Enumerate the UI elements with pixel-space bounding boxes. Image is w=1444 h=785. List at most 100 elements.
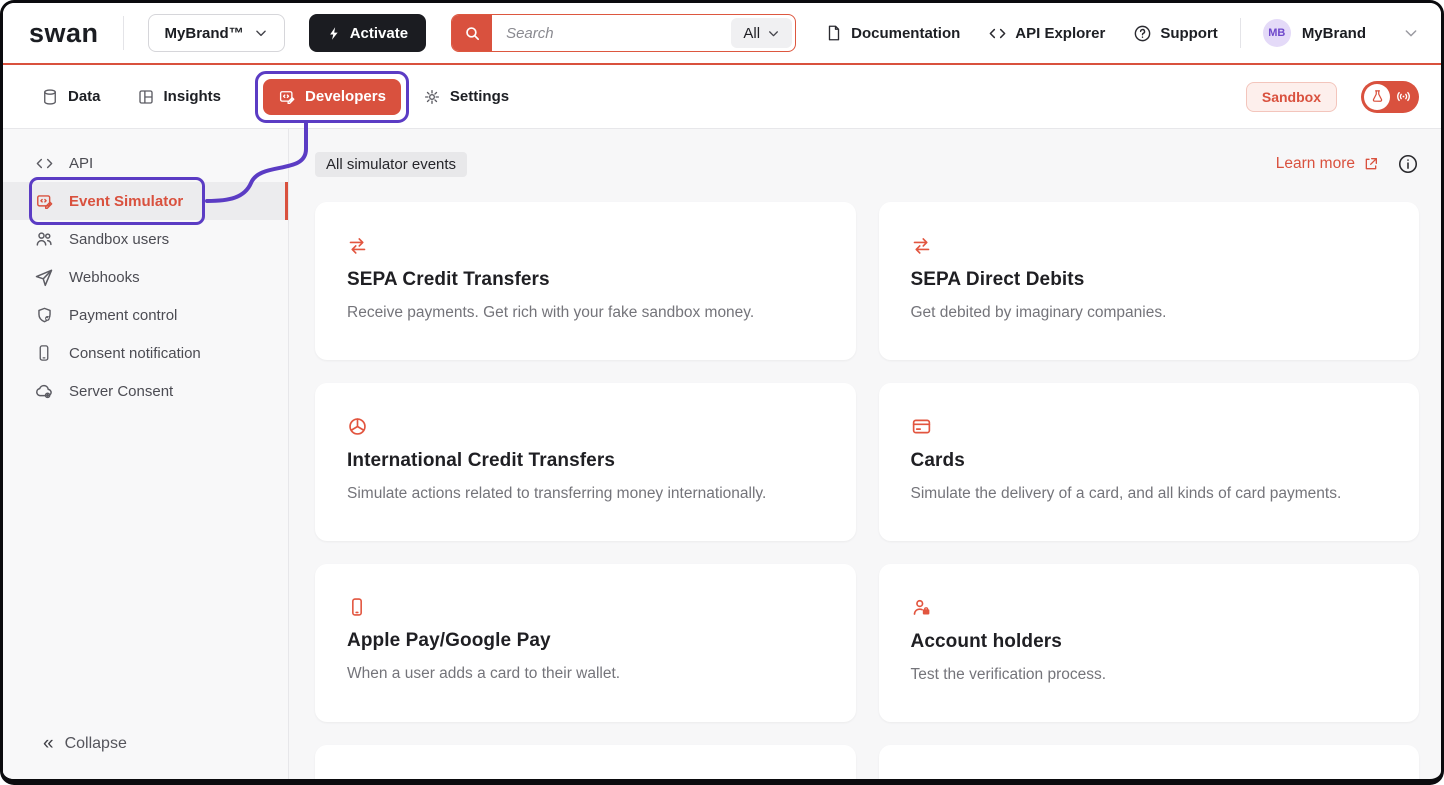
event-cards-grid: SEPA Credit Transfers Receive payments. … xyxy=(315,202,1419,779)
content-header: All simulator events Learn more xyxy=(315,149,1419,179)
brand-selector-label: MyBrand™ xyxy=(165,25,244,42)
info-icon[interactable] xyxy=(1397,153,1419,175)
search-button[interactable] xyxy=(452,15,492,51)
search-icon xyxy=(464,25,481,42)
learn-more-link[interactable]: Learn more xyxy=(1276,155,1379,173)
api-explorer-label: API Explorer xyxy=(1015,25,1105,42)
chevron-down-icon xyxy=(767,27,780,40)
database-icon xyxy=(41,88,59,106)
card-icon xyxy=(911,416,1388,437)
sidebar-item-sandbox-users[interactable]: Sandbox users xyxy=(3,220,288,258)
event-card-partial[interactable] xyxy=(879,745,1420,779)
swan-logo: swan xyxy=(29,18,99,49)
double-chevron-left-icon: « xyxy=(43,733,54,755)
environment-controls: Sandbox xyxy=(1246,81,1419,113)
sidebar-item-webhooks[interactable]: Webhooks xyxy=(3,258,288,296)
document-icon xyxy=(825,24,843,42)
tab-data-label: Data xyxy=(68,88,101,105)
sidebar-item-label: Server Consent xyxy=(69,383,173,400)
card-title: Apple Pay/Google Pay xyxy=(347,630,824,652)
card-title: Account holders xyxy=(911,631,1388,653)
transfer-icon xyxy=(347,235,824,256)
sidebar-item-consent-notification[interactable]: Consent notification xyxy=(3,334,288,372)
card-description: Simulate the delivery of a card, and all… xyxy=(911,485,1388,503)
tab-data[interactable]: Data xyxy=(41,88,101,106)
card-title: Cards xyxy=(911,450,1388,472)
cloud-icon xyxy=(34,381,54,401)
external-link-icon xyxy=(1363,156,1379,172)
sandbox-badge: Sandbox xyxy=(1246,82,1337,112)
account-name: MyBrand xyxy=(1302,25,1366,42)
send-icon xyxy=(34,267,54,287)
event-card-cards[interactable]: Cards Simulate the delivery of a card, a… xyxy=(879,383,1420,541)
sidebar-item-payment-control[interactable]: Payment control xyxy=(3,296,288,334)
chevron-down-icon xyxy=(254,26,268,40)
activate-button[interactable]: Activate xyxy=(309,14,426,52)
users-icon xyxy=(34,229,54,249)
divider xyxy=(1240,18,1241,48)
api-explorer-link[interactable]: API Explorer xyxy=(988,24,1105,43)
tab-insights-label: Insights xyxy=(164,88,222,105)
tab-developers-label: Developers xyxy=(305,88,386,105)
documentation-link[interactable]: Documentation xyxy=(825,24,960,42)
developers-annotation-box: Developers xyxy=(255,71,409,123)
card-description: Test the verification process. xyxy=(911,666,1388,684)
code-icon xyxy=(34,154,54,173)
sidebar-item-event-simulator[interactable]: Event Simulator xyxy=(3,182,288,220)
search-filter-dropdown[interactable]: All xyxy=(731,18,792,48)
tab-developers[interactable]: Developers xyxy=(263,79,401,115)
code-icon xyxy=(988,24,1007,43)
support-link[interactable]: Support xyxy=(1133,24,1218,43)
page-body: API Event Simulator Sandbox users W xyxy=(3,129,1441,779)
event-card-sepa-credit-transfers[interactable]: SEPA Credit Transfers Receive payments. … xyxy=(315,202,856,360)
activate-label: Activate xyxy=(350,25,408,42)
help-icon xyxy=(1133,24,1152,43)
grid-icon xyxy=(137,88,155,106)
documentation-label: Documentation xyxy=(851,25,960,42)
sidebar-item-label: Payment control xyxy=(69,307,177,324)
partial-icon xyxy=(347,778,824,779)
developers-icon xyxy=(278,88,296,106)
tab-insights[interactable]: Insights xyxy=(137,88,222,106)
account-holder-icon xyxy=(911,597,1388,618)
card-description: Simulate actions related to transferring… xyxy=(347,485,824,503)
divider xyxy=(123,16,124,50)
search-input[interactable] xyxy=(492,15,728,51)
search-filter-label: All xyxy=(743,25,760,42)
learn-more-label: Learn more xyxy=(1276,155,1355,173)
sidebar-item-label: Webhooks xyxy=(69,269,140,286)
filter-chip[interactable]: All simulator events xyxy=(315,152,467,177)
card-title: International Credit Transfers xyxy=(347,450,824,472)
project-nav: Data Insights Developers Settings Sandbo… xyxy=(3,65,1441,129)
sidebar-item-label: Event Simulator xyxy=(69,193,183,210)
avatar: MB xyxy=(1263,19,1291,47)
globe-icon xyxy=(347,416,824,437)
event-card-apple-pay-google-pay[interactable]: Apple Pay/Google Pay When a user adds a … xyxy=(315,564,856,722)
event-card-international-credit-transfers[interactable]: International Credit Transfers Simulate … xyxy=(315,383,856,541)
card-title: SEPA Credit Transfers xyxy=(347,269,824,291)
tab-settings[interactable]: Settings xyxy=(423,88,509,106)
lightning-icon xyxy=(327,26,342,41)
sidebar-item-server-consent[interactable]: Server Consent xyxy=(3,372,288,410)
event-simulator-icon xyxy=(34,192,54,211)
collapse-label: Collapse xyxy=(65,735,127,753)
event-card-sepa-direct-debits[interactable]: SEPA Direct Debits Get debited by imagin… xyxy=(879,202,1420,360)
sidebar-item-label: Consent notification xyxy=(69,345,201,362)
shield-check-icon xyxy=(34,306,54,325)
card-description: Receive payments. Get rich with your fak… xyxy=(347,304,824,322)
account-menu[interactable]: MB MyBrand xyxy=(1263,19,1419,47)
card-title: SEPA Direct Debits xyxy=(911,269,1388,291)
collapse-sidebar-button[interactable]: « Collapse xyxy=(3,733,288,755)
tab-settings-label: Settings xyxy=(450,88,509,105)
chevron-down-icon xyxy=(1403,25,1419,41)
brand-selector[interactable]: MyBrand™ xyxy=(148,14,285,52)
sidebar-item-api[interactable]: API xyxy=(3,144,288,182)
event-card-account-holders[interactable]: Account holders Test the verification pr… xyxy=(879,564,1420,722)
developers-sidebar: API Event Simulator Sandbox users W xyxy=(3,129,289,779)
event-card-partial[interactable] xyxy=(315,745,856,779)
smartphone-icon xyxy=(34,344,54,362)
top-bar: swan MyBrand™ Activate All xyxy=(3,3,1441,65)
top-right-links: Documentation API Explorer Support MB My… xyxy=(797,18,1419,48)
environment-toggle[interactable] xyxy=(1361,81,1419,113)
transfer-icon xyxy=(911,235,1388,256)
